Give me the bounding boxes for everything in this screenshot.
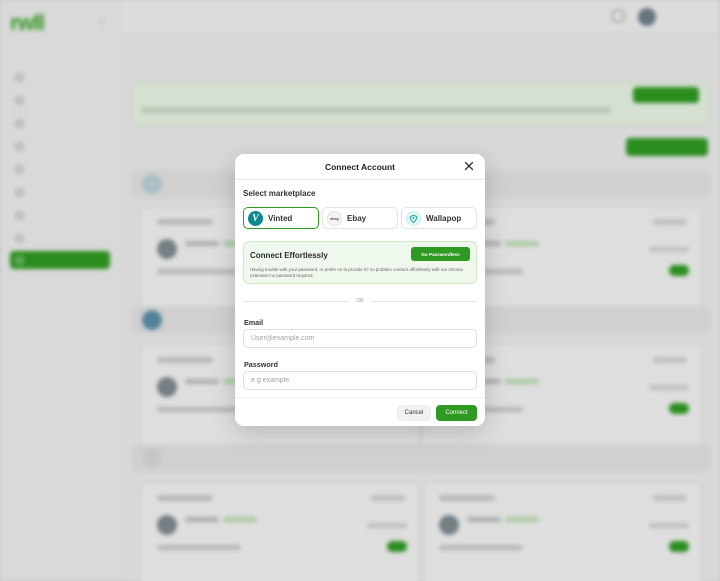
marketplace-option-ebay[interactable]: ebay Ebay xyxy=(322,207,398,229)
marketplace-option-label: Wallapop xyxy=(426,213,462,223)
password-label: Password xyxy=(244,360,278,369)
email-label: Email xyxy=(244,318,264,327)
vinted-logo-icon: V xyxy=(248,210,263,226)
marketplace-option-wallapop[interactable]: Wallapop xyxy=(401,207,477,229)
connect-account-modal: Connect Account Select marketplace V Vin… xyxy=(235,154,485,426)
modal-footer: Cancel Connect xyxy=(235,397,485,426)
email-field[interactable] xyxy=(243,329,477,348)
select-marketplace-label: Select marketplace xyxy=(243,189,316,198)
marketplace-option-label: Ebay xyxy=(347,213,367,223)
go-passwordless-button[interactable]: Go Passwordless xyxy=(411,247,470,261)
modal-header: Connect Account xyxy=(235,154,485,180)
promo-description: Having trouble with your password, or pr… xyxy=(250,267,463,278)
connect-button[interactable]: Connect xyxy=(436,405,477,421)
cancel-button[interactable]: Cancel xyxy=(397,405,431,421)
close-icon[interactable] xyxy=(463,160,475,172)
ebay-logo-icon: ebay xyxy=(327,210,342,226)
password-field[interactable] xyxy=(243,371,477,390)
passwordless-promo: Connect Effortlessly Go Passwordless Hav… xyxy=(243,241,477,284)
promo-title: Connect Effortlessly xyxy=(250,251,328,260)
modal-title: Connect Account xyxy=(324,162,396,172)
or-divider: OR xyxy=(243,297,477,305)
marketplace-option-vinted[interactable]: V Vinted xyxy=(243,207,319,229)
marketplace-option-label: Vinted xyxy=(268,213,293,223)
wallapop-logo-icon xyxy=(406,210,421,226)
